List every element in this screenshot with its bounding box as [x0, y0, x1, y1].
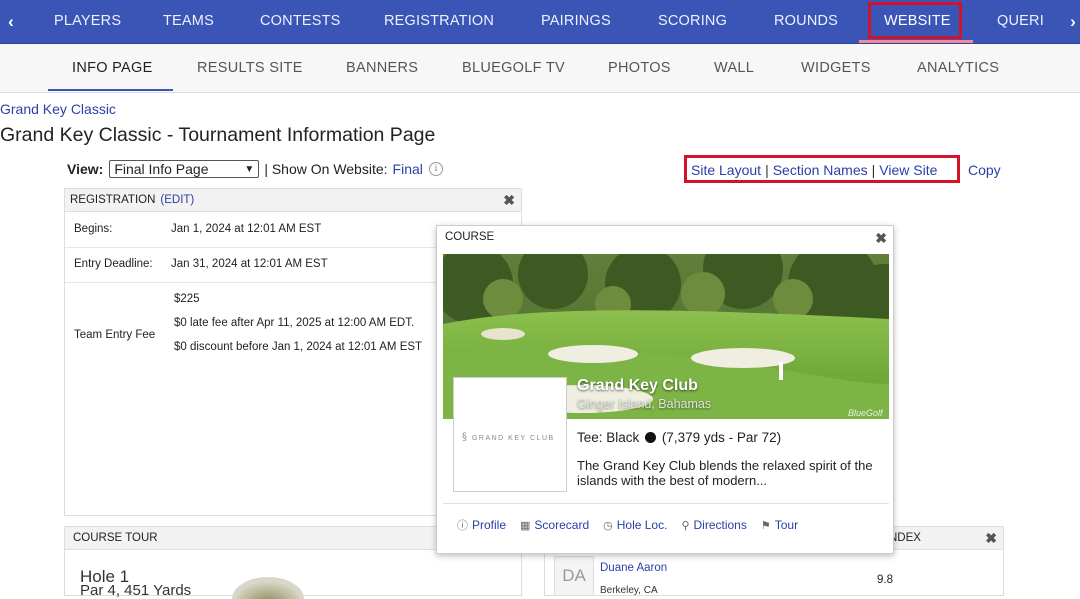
profile-action[interactable]: ⓘ Profile	[457, 517, 506, 533]
reg-label: Team Entry Fee	[74, 329, 156, 341]
reg-value: Jan 31, 2024 at 12:01 AM EST	[171, 258, 328, 270]
tour-link[interactable]: Tour	[775, 518, 798, 532]
close-icon[interactable]: ✖	[503, 192, 515, 209]
map-pin-icon: ⚲	[681, 519, 690, 532]
subtab-widgets[interactable]: WIDGETS	[801, 44, 871, 92]
close-icon[interactable]: ✖	[985, 530, 997, 547]
copy-link[interactable]: Copy	[968, 162, 1001, 178]
logo-mark-icon: §	[462, 432, 469, 443]
profile-link[interactable]: Profile	[472, 518, 506, 532]
course-title: COURSE	[445, 231, 495, 243]
course-logo-text: § GRAND KEY CLUB	[462, 432, 555, 443]
subtab-photos[interactable]: PHOTOS	[608, 44, 671, 92]
info-circle-icon: ⓘ	[457, 520, 468, 532]
scroll-left-icon[interactable]: ‹	[0, 0, 22, 43]
fee-discount: $0 discount before Jan 1, 2024 at 12:01 …	[174, 341, 423, 353]
reg-value: Jan 1, 2024 at 12:01 AM EST	[171, 223, 322, 235]
fee-amount: $225	[174, 293, 200, 305]
logo-wordmark: GRAND KEY CLUB	[471, 435, 555, 442]
subtab-info-page[interactable]: INFO PAGE	[72, 44, 153, 92]
scorecard-link[interactable]: Scorecard	[534, 518, 589, 532]
tour-action[interactable]: ⚑ Tour	[761, 517, 798, 533]
hole-info: Par 4, 451 Yards	[80, 582, 192, 599]
tab-teams[interactable]: TEAMS	[163, 0, 214, 41]
fee-late: $0 late fee after Apr 11, 2025 at 12:00 …	[174, 317, 415, 329]
avatar: DA	[554, 556, 594, 596]
course-description: The Grand Key Club blends the relaxed sp…	[577, 458, 873, 488]
registration-title: REGISTRATION	[70, 194, 156, 206]
reg-label: Begins:	[74, 223, 113, 235]
tab-pairings[interactable]: PAIRINGS	[541, 0, 611, 41]
view-select[interactable]: Final Info Page ▼	[109, 160, 260, 178]
scorecard-action[interactable]: ▦ Scorecard	[520, 517, 589, 533]
player-location: Berkeley, CA	[600, 585, 658, 596]
tab-scoring[interactable]: SCORING	[658, 0, 727, 41]
tab-players[interactable]: PLAYERS	[54, 0, 121, 41]
course-popup: COURSE ✖ BlueGolf § GRAND KEY CLUB Grand…	[436, 225, 894, 554]
tab-rounds[interactable]: ROUNDS	[774, 0, 838, 41]
close-icon[interactable]: ✖	[875, 230, 887, 247]
directions-action[interactable]: ⚲ Directions	[681, 517, 746, 533]
registration-edit-link[interactable]: (EDIT)	[160, 194, 194, 206]
view-label: View:	[67, 161, 104, 177]
photo-credit: BlueGolf	[848, 408, 884, 418]
view-row: View: Final Info Page ▼ | Show On Websit…	[67, 160, 443, 178]
subtab-bluegolf-tv[interactable]: BLUEGOLF TV	[462, 44, 565, 92]
course-actions: ⓘ Profile ▦ Scorecard ◷ Hole Loc. ⚲ Directio…	[457, 517, 812, 533]
show-on-website-label: | Show On Website:	[264, 161, 388, 177]
reg-label: Entry Deadline:	[74, 258, 153, 270]
view-select-value: Final Info Page	[114, 161, 209, 177]
tab-queries[interactable]: QUERI	[997, 0, 1047, 41]
flag-icon: ⚑	[760, 519, 771, 532]
grid-icon: ▦	[520, 519, 531, 532]
active-tab-indicator	[859, 40, 973, 43]
scroll-right-icon[interactable]: ›	[1062, 0, 1080, 43]
tee-color-icon	[645, 432, 657, 443]
clock-icon: ◷	[603, 519, 613, 532]
subtab-results-site[interactable]: RESULTS SITE	[197, 44, 303, 92]
tee-label: Tee: Black	[577, 430, 640, 445]
player-index: 9.8	[877, 574, 893, 586]
active-subtab-indicator	[48, 89, 173, 91]
info-icon[interactable]: i	[428, 162, 443, 176]
website-tab-highlight	[868, 2, 962, 39]
subtab-wall[interactable]: WALL	[714, 44, 754, 92]
course-logo: § GRAND KEY CLUB	[453, 377, 567, 492]
divider	[443, 503, 889, 504]
hole-loc-link[interactable]: Hole Loc.	[617, 518, 668, 532]
chevron-down-icon: ▼	[244, 163, 255, 175]
hole-loc-action[interactable]: ◷ Hole Loc.	[603, 517, 667, 533]
course-tour-title: COURSE TOUR	[73, 532, 158, 544]
tee-yardage: (7,379 yds - Par 72)	[661, 430, 782, 445]
site-links-highlight	[684, 155, 960, 183]
registration-header: REGISTRATION (EDIT) ✖	[65, 189, 521, 212]
subtab-analytics[interactable]: ANALYTICS	[917, 44, 999, 92]
tee-info: Tee: Black (7,379 yds - Par 72)	[577, 430, 781, 445]
hole-photo-thumb	[232, 577, 304, 599]
player-name-link[interactable]: Duane Aaron	[600, 562, 667, 574]
sub-nav: INFO PAGE RESULTS SITE BANNERS BLUEGOLF …	[0, 44, 1080, 93]
page-title: Grand Key Classic - Tournament Informati…	[0, 124, 436, 146]
course-name[interactable]: Grand Key Club	[577, 377, 698, 395]
subtab-banners[interactable]: BANNERS	[346, 44, 418, 92]
tab-contests[interactable]: CONTESTS	[260, 0, 341, 41]
breadcrumb[interactable]: Grand Key Classic	[0, 101, 116, 117]
directions-link[interactable]: Directions	[694, 518, 747, 532]
course-location: Ginger Island, Bahamas	[577, 397, 712, 411]
tab-registration[interactable]: REGISTRATION	[384, 0, 494, 41]
show-on-website-value[interactable]: Final	[393, 161, 423, 177]
